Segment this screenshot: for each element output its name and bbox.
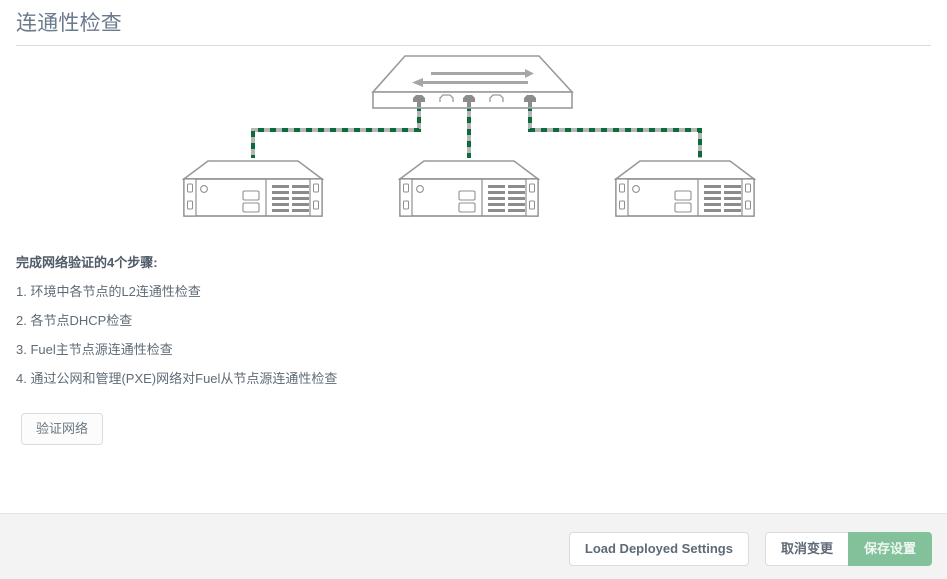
cancel-changes-button[interactable]: 取消变更 [764,532,849,566]
save-cancel-button-group: 取消变更 保存设置 [764,532,932,566]
server-node-1 [181,160,325,217]
content-area: 连通性检查 完成网络验证的4个步骤: 1. 环境中各节点的L2连通性检查 2. … [0,0,947,513]
title-divider [16,45,931,46]
switch-port-empty-2 [489,94,504,102]
steps-heading: 完成网络验证的4个步骤: [16,255,158,270]
connectivity-check-page: 连通性检查 完成网络验证的4个步骤: 1. 环境中各节点的L2连通性检查 2. … [0,0,947,579]
footer-bar: Load Deployed Settings 取消变更 保存设置 [0,513,947,579]
network-connectivity-diagram [0,48,947,223]
step-item-4: 4. 通过公网和管理(PXE)网络对Fuel从节点源连通性检查 [16,371,338,386]
verification-steps: 完成网络验证的4个步骤: 1. 环境中各节点的L2连通性检查 2. 各节点DHC… [16,254,716,399]
load-deployed-settings-button[interactable]: Load Deployed Settings [568,532,749,566]
step-item-1: 1. 环境中各节点的L2连通性检查 [16,284,201,299]
cable-right [528,105,702,158]
verify-network-button[interactable]: 验证网络 [21,413,104,445]
save-settings-button[interactable]: 保存设置 [847,532,932,566]
footer-actions: Load Deployed Settings 取消变更 保存设置 [568,532,932,566]
switch-port-empty-1 [439,94,454,102]
server-node-3 [613,160,757,217]
server-node-2 [397,160,541,217]
network-topology-svg [181,55,757,217]
step-item-2: 2. 各节点DHCP检查 [16,313,133,328]
page-title: 连通性检查 [16,12,122,35]
step-item-3: 3. Fuel主节点源连通性检查 [16,342,173,357]
switch-device [371,55,574,109]
cable-group [251,105,702,158]
cable-left [251,105,421,158]
